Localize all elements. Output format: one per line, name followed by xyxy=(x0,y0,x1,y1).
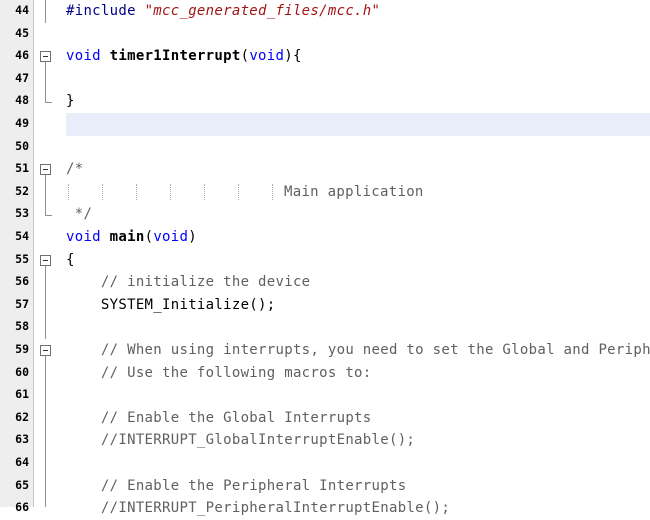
line-number: 48 xyxy=(15,93,29,108)
line-number: 50 xyxy=(15,138,29,153)
code-text: /* xyxy=(66,161,84,178)
code-line-current[interactable]: 49 xyxy=(0,113,650,136)
code-line[interactable]: 46 void timer1Interrupt(void){ xyxy=(0,45,650,68)
line-number: 49 xyxy=(15,116,29,130)
code-line[interactable]: 53 */ xyxy=(0,203,650,226)
line-number: 59 xyxy=(15,342,29,356)
code-text: */ xyxy=(66,206,93,223)
code-text: #include "mcc_generated_files/mcc.h" xyxy=(66,3,381,19)
line-number: 63 xyxy=(15,432,29,447)
code-text: void main(void) xyxy=(66,229,197,245)
fold-guide xyxy=(45,361,46,385)
code-line[interactable]: 58 xyxy=(0,316,650,339)
code-text: //INTERRUPT_GlobalInterruptEnable(); xyxy=(66,432,416,449)
code-line[interactable]: 57 SYSTEM_Initialize(); xyxy=(0,293,650,317)
fold-guide xyxy=(45,497,46,508)
code-text: // Use the following macros to: xyxy=(66,364,372,381)
line-number: 64 xyxy=(15,455,29,469)
code-line[interactable]: 45 xyxy=(0,23,650,46)
fold-guide xyxy=(45,293,46,317)
code-line[interactable]: 55 { xyxy=(0,249,650,272)
code-text: // When using interrupts, you need to se… xyxy=(66,342,650,358)
line-number: 57 xyxy=(15,296,29,311)
code-text: { xyxy=(66,251,75,268)
line-number: 53 xyxy=(15,206,29,221)
code-editor[interactable]: 44 #include "mcc_generated_files/mcc.h" … xyxy=(0,0,650,516)
current-line-highlight xyxy=(66,113,650,136)
fold-guide xyxy=(45,316,46,339)
line-number: 47 xyxy=(15,70,29,85)
code-line[interactable]: 50 xyxy=(0,136,650,159)
code-text: // Enable the Global Interrupts xyxy=(66,409,372,426)
code-line[interactable]: 47 xyxy=(0,67,650,91)
line-number: 44 xyxy=(15,3,29,17)
fold-collapse-icon[interactable] xyxy=(40,254,51,266)
line-number: 65 xyxy=(15,477,29,492)
code-line[interactable]: 51 /* xyxy=(0,158,650,181)
code-line[interactable]: 64 xyxy=(0,452,650,475)
code-text: } xyxy=(66,93,75,110)
fold-guide xyxy=(45,474,46,498)
code-line[interactable]: 59 // When using interrupts, you need to… xyxy=(0,339,650,362)
fold-guide xyxy=(45,271,46,294)
code-line[interactable]: 66 //INTERRUPT_PeripheralInterruptEnable… xyxy=(0,497,650,520)
line-number: 56 xyxy=(15,274,29,289)
fold-collapse-icon[interactable] xyxy=(40,345,51,356)
code-text: //INTERRUPT_PeripheralInterruptEnable(); xyxy=(66,500,451,517)
line-number: 45 xyxy=(15,25,29,40)
fold-end-marker xyxy=(45,203,52,217)
code-line[interactable]: 61 xyxy=(0,384,650,407)
line-number: 52 xyxy=(15,183,29,198)
code-line[interactable]: 48 } xyxy=(0,90,650,113)
fold-guide xyxy=(45,0,46,23)
code-line[interactable]: 63 //INTERRUPT_GlobalInterruptEnable(); xyxy=(0,429,650,452)
code-text: Main application xyxy=(284,183,424,200)
code-line[interactable]: 56 // initialize the device xyxy=(0,271,650,294)
fold-guide xyxy=(45,406,46,430)
fold-end-marker xyxy=(45,90,52,104)
code-text: // Enable the Peripheral Interrupts xyxy=(66,477,407,494)
code-text: void timer1Interrupt(void){ xyxy=(66,48,302,65)
line-number: 55 xyxy=(15,251,29,266)
fold-guide xyxy=(45,429,46,452)
code-line[interactable]: 60 // Use the following macros to: xyxy=(0,361,650,385)
code-line[interactable]: 52 Main application xyxy=(0,180,650,204)
line-number: 60 xyxy=(15,364,29,379)
line-number: 62 xyxy=(15,409,29,424)
line-number: 61 xyxy=(15,387,29,402)
line-number: 66 xyxy=(15,500,29,515)
fold-collapse-icon[interactable] xyxy=(40,51,51,63)
tab-guides xyxy=(68,183,273,200)
code-line[interactable]: 44 #include "mcc_generated_files/mcc.h" xyxy=(0,0,650,23)
fold-collapse-icon[interactable] xyxy=(40,164,51,176)
line-number: 58 xyxy=(15,319,29,334)
code-text: SYSTEM_Initialize(); xyxy=(66,296,276,313)
fold-guide xyxy=(45,452,46,475)
line-number: 54 xyxy=(15,229,29,243)
code-line[interactable]: 54 void main(void) xyxy=(0,226,650,249)
code-line[interactable]: 62 // Enable the Global Interrupts xyxy=(0,406,650,430)
line-number: 46 xyxy=(15,48,29,63)
fold-guide xyxy=(45,384,46,407)
fold-guide xyxy=(45,67,46,91)
line-number: 51 xyxy=(15,161,29,176)
code-line[interactable]: 65 // Enable the Peripheral Interrupts xyxy=(0,474,650,498)
code-text: // initialize the device xyxy=(66,274,311,291)
fold-guide xyxy=(45,180,46,204)
